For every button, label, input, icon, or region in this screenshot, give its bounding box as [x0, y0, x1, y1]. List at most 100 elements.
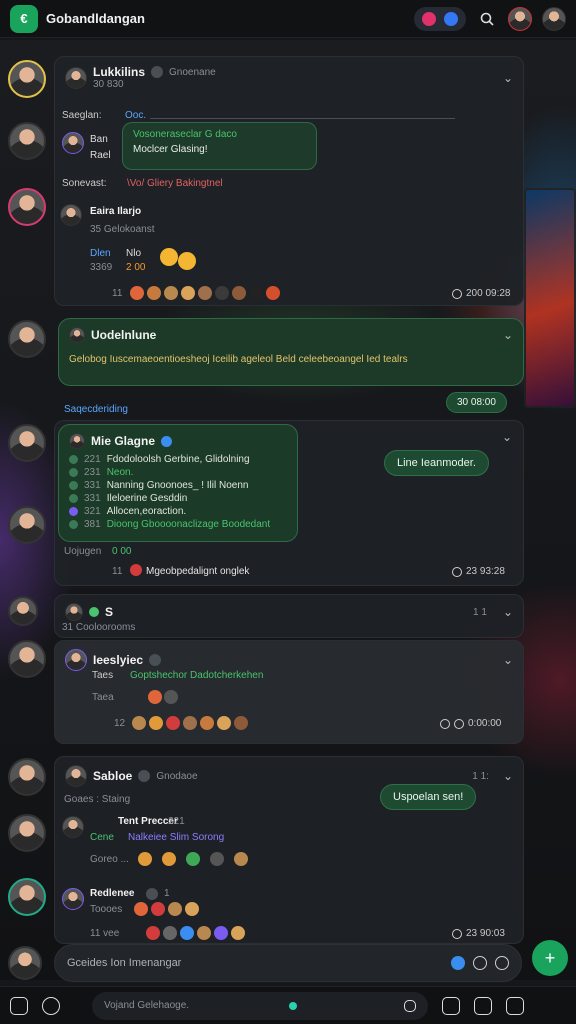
rail-avatar[interactable]: [8, 188, 46, 226]
reaction-icon[interactable]: [215, 286, 229, 300]
rail-avatar[interactable]: [8, 424, 46, 462]
reaction-icon[interactable]: [231, 926, 245, 940]
reaction-icon[interactable]: [197, 926, 211, 940]
emoji-picker-icon[interactable]: [473, 956, 487, 970]
list-bubble[interactable]: Mie Glagne 221 Fdodoloolsh Gerbine, Glido…: [58, 424, 298, 542]
chevron-down-icon[interactable]: ⌄: [503, 653, 513, 667]
chevron-down-icon[interactable]: ⌄: [503, 605, 513, 619]
app-logo[interactable]: €: [10, 4, 38, 33]
thread-handle: Gnodaoe: [156, 770, 198, 782]
item-number: 331: [84, 493, 101, 504]
reaction-icon[interactable]: [164, 286, 178, 300]
timestamp-text: 23 90:03: [466, 928, 505, 939]
home-icon[interactable]: [10, 996, 28, 1015]
thread-count: 1 1: [473, 606, 487, 618]
reaction-icon[interactable]: [147, 286, 161, 300]
outgoing-bubble[interactable]: Uspoelan sen!: [380, 784, 477, 810]
list-item[interactable]: 331 Ileloerine Gesddin: [69, 492, 287, 505]
send-button[interactable]: +: [532, 940, 568, 976]
rail-avatar[interactable]: [8, 60, 46, 98]
rail-avatar[interactable]: [8, 122, 46, 160]
outgoing-text: Line Ieanmoder.: [397, 457, 476, 469]
reaction-icon[interactable]: [149, 716, 163, 730]
reaction-icon[interactable]: [134, 902, 148, 916]
reaction-icon[interactable]: [163, 926, 177, 940]
rail-avatar[interactable]: [8, 758, 46, 796]
reaction-icon[interactable]: [132, 716, 146, 730]
search-icon[interactable]: [476, 8, 498, 30]
timestamp: 23 90:03: [452, 928, 505, 939]
rail-avatar[interactable]: [8, 814, 46, 852]
emoji-icon: [160, 248, 178, 266]
verified-icon: [161, 435, 173, 447]
rail-avatar[interactable]: [8, 320, 46, 358]
reaction-icon[interactable]: [234, 716, 248, 730]
contact-avatar[interactable]: [542, 6, 566, 31]
reaction-icon[interactable]: [138, 852, 152, 866]
thread-avatar: [65, 649, 87, 671]
reaction-icon[interactable]: [146, 926, 160, 940]
reaction-icon[interactable]: [266, 286, 280, 300]
list-item[interactable]: 331 Nanning Gnoonoes_ ! Ilil Noenn: [69, 479, 287, 492]
reaction-row[interactable]: [146, 926, 245, 940]
list-item[interactable]: 321 Allocen,eoraction.: [69, 505, 287, 518]
attach-icon[interactable]: [451, 956, 465, 970]
reaction-icon[interactable]: [232, 286, 246, 300]
status-toggle[interactable]: [414, 6, 466, 31]
rail-avatar[interactable]: [8, 946, 42, 980]
profile-avatar[interactable]: [508, 6, 532, 31]
reaction-icon[interactable]: [151, 902, 165, 916]
rail-avatar[interactable]: [8, 878, 46, 916]
reaction-icon[interactable]: [183, 716, 197, 730]
message-avatar: [62, 132, 84, 154]
reaction-icon[interactable]: [162, 852, 176, 866]
list-item[interactable]: 221 Fdodoloolsh Gerbine, Glidolning: [69, 453, 287, 466]
thread-card[interactable]: Uodelnlune ⌄ Gelobog Iuscemaeoentioesheo…: [58, 318, 524, 386]
emoji-icon: [164, 690, 178, 704]
image-icon[interactable]: [404, 999, 416, 1012]
reaction-row[interactable]: [132, 716, 248, 730]
outgoing-bubble[interactable]: Line Ieanmoder.: [384, 450, 489, 476]
reaction-row[interactable]: [130, 286, 280, 300]
reaction-icon[interactable]: [214, 926, 228, 940]
reaction-icon[interactable]: [200, 716, 214, 730]
reaction-icon[interactable]: [217, 716, 231, 730]
reaction-icon[interactable]: [180, 926, 194, 940]
chevron-down-icon[interactable]: ⌄: [502, 430, 512, 444]
footer-text: Mgeobpedalignt onglek: [146, 566, 250, 577]
profile-icon[interactable]: [506, 996, 524, 1015]
rail-avatar[interactable]: [8, 506, 46, 544]
list-item[interactable]: 231 Neon.: [69, 466, 287, 479]
reaction-icon[interactable]: [185, 902, 199, 916]
bullet-icon: [69, 455, 78, 464]
rail-avatar[interactable]: [8, 640, 46, 678]
online-icon: [89, 607, 99, 617]
message-bubble[interactable]: Vosoneraseclar G daco Moclcer Glasing!: [122, 122, 317, 170]
composer-input[interactable]: Gceides Ion Imenangar: [67, 957, 451, 969]
bottom-search-input[interactable]: Vojand Gelehaoge.: [92, 991, 428, 1020]
chevron-down-icon[interactable]: ⌄: [503, 328, 513, 342]
reaction-icon[interactable]: [130, 286, 144, 300]
reaction-row[interactable]: [134, 902, 199, 916]
reaction-icon[interactable]: [166, 716, 180, 730]
rail-avatar[interactable]: [8, 596, 38, 626]
notification-icon[interactable]: [474, 996, 492, 1015]
bullet-icon: [69, 520, 78, 529]
camera-icon[interactable]: [442, 996, 460, 1015]
reaction-icon[interactable]: [181, 286, 195, 300]
mic-icon[interactable]: [495, 956, 509, 970]
reaction-icon[interactable]: [210, 852, 224, 866]
reaction-icon[interactable]: [234, 852, 248, 866]
reaction-icon[interactable]: [249, 286, 263, 300]
chevron-down-icon[interactable]: ⌄: [503, 71, 513, 85]
list-item[interactable]: 381 Dioong Gboooonaclizage Boodedant: [69, 518, 287, 531]
line-text: Goptshechor Dadotcherkehen: [130, 670, 264, 681]
thread-card[interactable]: Lukkilins Gnoenane 30 830 ⌄: [54, 56, 524, 306]
reaction-row[interactable]: [138, 852, 248, 866]
chat-icon[interactable]: [42, 996, 60, 1015]
reaction-icon[interactable]: [186, 852, 200, 866]
message-composer[interactable]: Gceides Ion Imenangar: [54, 944, 522, 982]
reaction-icon[interactable]: [198, 286, 212, 300]
reaction-icon[interactable]: [168, 902, 182, 916]
chevron-down-icon[interactable]: ⌄: [503, 769, 513, 783]
